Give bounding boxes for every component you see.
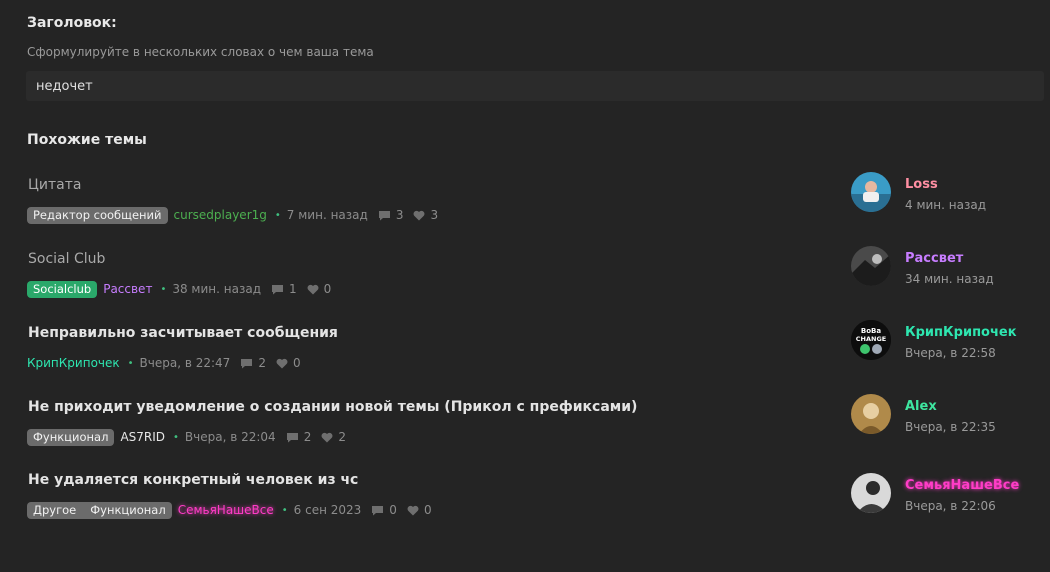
last-post-time[interactable]: Вчера, в 22:06: [905, 499, 996, 513]
last-poster-name[interactable]: КрипКрипочек: [905, 325, 1017, 340]
reply-count: 3: [378, 208, 404, 222]
like-count: 0: [307, 282, 332, 296]
avatar-text-line2: CHANGE: [856, 335, 886, 343]
thread-title-link[interactable]: Неправильно засчитывает сообщения: [28, 325, 338, 341]
reply-count-value: 0: [389, 503, 397, 517]
reply-count: 1: [271, 282, 297, 296]
thread-meta: Socialclub Рассвет • 38 мин. назад 1 0: [27, 279, 341, 299]
avatar-text-line1: BoBa: [861, 327, 881, 335]
last-post-info: СемьяНашеВсе Вчера, в 22:06: [851, 473, 1041, 515]
comment-icon: [378, 210, 390, 220]
like-count-value: 3: [430, 208, 439, 222]
reply-count-value: 1: [288, 282, 297, 296]
title-field-label: Заголовок:: [27, 15, 117, 31]
reply-count: 0: [371, 503, 397, 517]
comment-icon: [286, 432, 298, 442]
thread-author-link[interactable]: AS7RID: [120, 430, 165, 444]
last-post-info: BoBa CHANGE КрипКрипочек Вчера, в 22:58: [851, 320, 1041, 362]
thread-start-time: Вчера, в 22:04: [184, 430, 276, 444]
like-count-value: 2: [338, 430, 346, 444]
thread-prefix-badge[interactable]: Другое: [27, 501, 83, 519]
last-poster-avatar[interactable]: [851, 246, 891, 286]
like-count: 0: [276, 356, 301, 370]
last-post-info: Alex Вчера, в 22:35: [851, 394, 1041, 436]
similar-thread-row: Неправильно засчитывает сообщения КрипКр…: [0, 320, 1050, 395]
similar-thread-row: Не приходит уведомление о создании новой…: [0, 394, 1050, 469]
thread-start-time: 6 сен 2023: [293, 503, 362, 517]
last-post-info: Loss 4 мин. назад: [851, 172, 1041, 214]
like-count-value: 0: [323, 282, 332, 296]
thread-prefix-badge[interactable]: Редактор сообщений: [27, 206, 168, 224]
similar-thread-row: Не удаляется конкретный человек из чс Др…: [0, 472, 1050, 542]
heart-icon: [407, 505, 419, 515]
thread-author-link[interactable]: cursedplayer1g: [174, 208, 267, 222]
thread-start-time: Вчера, в 22:47: [139, 356, 231, 370]
thread-meta: Редактор сообщений cursedplayer1g • 7 ми…: [27, 205, 448, 225]
heart-icon: [413, 210, 425, 220]
separator-dot-icon: •: [160, 283, 167, 295]
thread-start-time: 38 мин. назад: [172, 282, 261, 296]
heart-icon: [276, 358, 288, 368]
like-count: 3: [413, 208, 438, 222]
last-post-time[interactable]: 4 мин. назад: [905, 198, 986, 212]
last-poster-name[interactable]: Рассвет: [905, 251, 963, 266]
title-field-hint: Сформулируйте в нескольких словах о чем …: [27, 45, 374, 59]
last-poster-name[interactable]: Loss: [905, 177, 938, 192]
thread-author-link[interactable]: СемьяНашеВсе: [178, 503, 274, 517]
thread-title-link[interactable]: Social Club: [28, 251, 105, 267]
thread-meta: Функционал AS7RID • Вчера, в 22:04 2 2: [27, 427, 356, 447]
separator-dot-icon: •: [127, 357, 134, 369]
reply-count-value: 2: [303, 430, 312, 444]
last-poster-name[interactable]: Alex: [905, 399, 937, 414]
comment-icon: [372, 505, 384, 515]
similar-thread-row: Social Club Socialclub Рассвет • 38 мин.…: [0, 246, 1050, 321]
reply-count: 2: [286, 430, 312, 444]
last-poster-avatar[interactable]: [851, 473, 891, 513]
last-post-time[interactable]: Вчера, в 22:35: [905, 420, 996, 434]
like-count: 2: [321, 430, 346, 444]
comment-icon: [271, 284, 283, 294]
heart-icon: [321, 432, 333, 442]
last-poster-name[interactable]: СемьяНашеВсе: [905, 478, 1019, 493]
similar-threads-title: Похожие темы: [27, 132, 147, 148]
thread-title-link[interactable]: Не приходит уведомление о создании новой…: [28, 399, 637, 415]
heart-icon: [307, 284, 319, 294]
thread-author-link[interactable]: КрипКрипочек: [27, 356, 120, 370]
thread-title-link[interactable]: Не удаляется конкретный человек из чс: [28, 472, 358, 488]
thread-prefix-badge[interactable]: Функционал: [82, 501, 172, 519]
reply-count-value: 2: [258, 356, 266, 370]
separator-dot-icon: •: [173, 431, 179, 443]
like-count-value: 0: [292, 356, 301, 370]
separator-dot-icon: •: [274, 209, 281, 221]
similar-thread-row: Цитата Редактор сообщений cursedplayer1g…: [0, 172, 1050, 247]
last-poster-avatar[interactable]: BoBa CHANGE: [851, 320, 891, 360]
last-post-time[interactable]: 34 мин. назад: [905, 272, 994, 286]
comment-icon: [241, 358, 253, 368]
last-post-time[interactable]: Вчера, в 22:58: [905, 346, 996, 360]
create-thread-panel: Заголовок: Сформулируйте в нескольких сл…: [0, 0, 1050, 572]
separator-dot-icon: •: [281, 504, 288, 516]
last-poster-avatar[interactable]: [851, 394, 891, 434]
last-poster-avatar[interactable]: [851, 172, 891, 212]
like-count: 0: [407, 503, 432, 517]
reply-count: 2: [240, 356, 266, 370]
thread-title-input[interactable]: [26, 71, 1044, 101]
thread-author-link[interactable]: Рассвет: [103, 282, 152, 296]
thread-title-link[interactable]: Цитата: [28, 177, 81, 193]
thread-prefix-badge[interactable]: Функционал: [27, 428, 115, 446]
thread-meta: Другое Функционал СемьяНашеВсе • 6 сен 2…: [27, 500, 442, 520]
thread-meta: КрипКрипочек • Вчера, в 22:47 2 0: [27, 353, 311, 373]
thread-start-time: 7 мин. назад: [286, 208, 368, 222]
last-post-info: Рассвет 34 мин. назад: [851, 246, 1041, 288]
thread-prefix-badge[interactable]: Socialclub: [27, 280, 98, 298]
like-count-value: 0: [423, 503, 432, 517]
reply-count-value: 3: [395, 208, 404, 222]
